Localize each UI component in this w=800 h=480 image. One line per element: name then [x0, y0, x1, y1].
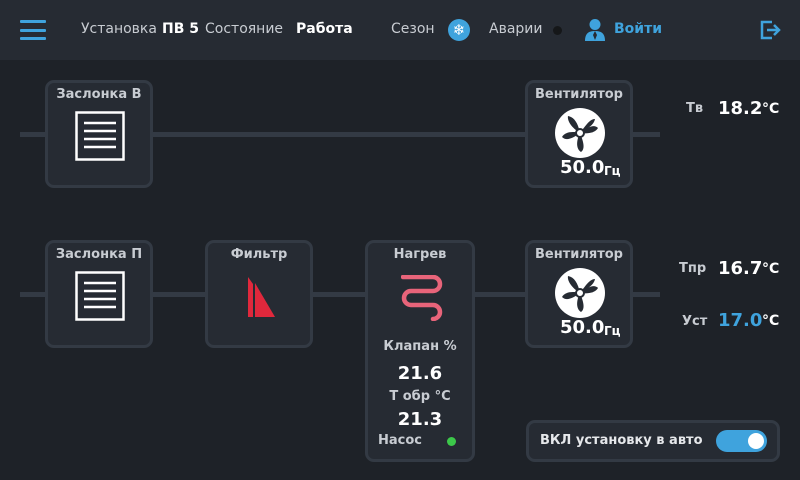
damper-icon: [75, 271, 125, 321]
unit-label: Установка: [81, 21, 157, 37]
setpoint-label: Уст: [682, 314, 708, 329]
toggle-knob: [748, 433, 764, 449]
filter-title: Фильтр: [230, 247, 288, 262]
login-button[interactable]: Войти: [614, 21, 662, 37]
supply-fan-unit: Гц: [604, 324, 621, 338]
pump-status-indicator: [447, 437, 456, 446]
exhaust-fan-unit: Гц: [604, 164, 621, 178]
filter-block[interactable]: Фильтр: [205, 240, 313, 348]
exhaust-damper-title: Заслонка В: [56, 87, 142, 102]
supply-temp-unit: °С: [762, 261, 780, 277]
supply-fan-title: Вентилятор: [535, 247, 623, 262]
logout-icon[interactable]: [758, 18, 782, 42]
heater-block[interactable]: Нагрев Клапан % 21.6 Т обр °С 21.3 Насос: [365, 240, 475, 462]
supply-fan-value: 50.0: [560, 317, 605, 338]
valve-label: Клапан %: [383, 339, 457, 354]
exhaust-fan-title: Вентилятор: [535, 87, 623, 102]
heater-coil-icon: [401, 275, 443, 321]
fan-icon: [555, 108, 605, 158]
supply-temp-value: 16.7: [718, 258, 763, 279]
exhaust-fan-value: 50.0: [560, 157, 605, 178]
supply-damper-title: Заслонка П: [55, 247, 143, 262]
setpoint-value[interactable]: 17.0: [718, 310, 762, 331]
filter-icon: [248, 277, 275, 317]
state-value: Работа: [296, 21, 353, 37]
exhaust-fan-block[interactable]: Вентилятор 50.0 Гц: [525, 80, 633, 188]
damper-icon: [75, 111, 125, 161]
fan-icon: [555, 268, 605, 318]
season-label: Сезон: [391, 21, 435, 37]
state-label: Состояние: [205, 21, 284, 37]
pump-label: Насос: [378, 433, 422, 448]
alarms-label: Аварии: [489, 21, 543, 37]
auto-mode-toggle[interactable]: [716, 430, 767, 452]
return-temp-value: 21.3: [397, 409, 443, 430]
snowflake-icon: ❄: [448, 19, 470, 41]
supply-fan-block[interactable]: Вентилятор 50.0 Гц: [525, 240, 633, 348]
user-icon[interactable]: [584, 18, 606, 42]
top-bar: Установка ПВ 5 Состояние Работа Сезон ❄ …: [0, 0, 800, 60]
heater-title: Нагрев: [393, 247, 447, 262]
supply-temp-label: Тпр: [679, 261, 707, 276]
menu-icon[interactable]: [20, 20, 46, 40]
valve-value: 21.6: [397, 363, 443, 384]
exhaust-temp-unit: °С: [762, 101, 780, 117]
exhaust-damper-block[interactable]: Заслонка В: [45, 80, 153, 188]
exhaust-temp-value: 18.2: [718, 98, 763, 119]
alarm-indicator: [553, 26, 562, 35]
auto-mode-label: ВКЛ установку в авто: [540, 433, 703, 448]
return-temp-label: Т обр °С: [389, 389, 451, 404]
setpoint-unit: °С: [762, 313, 780, 329]
auto-mode-panel: ВКЛ установку в авто: [526, 420, 780, 462]
unit-value: ПВ 5: [162, 21, 200, 37]
supply-damper-block[interactable]: Заслонка П: [45, 240, 153, 348]
exhaust-temp-label: Тв: [686, 101, 704, 116]
